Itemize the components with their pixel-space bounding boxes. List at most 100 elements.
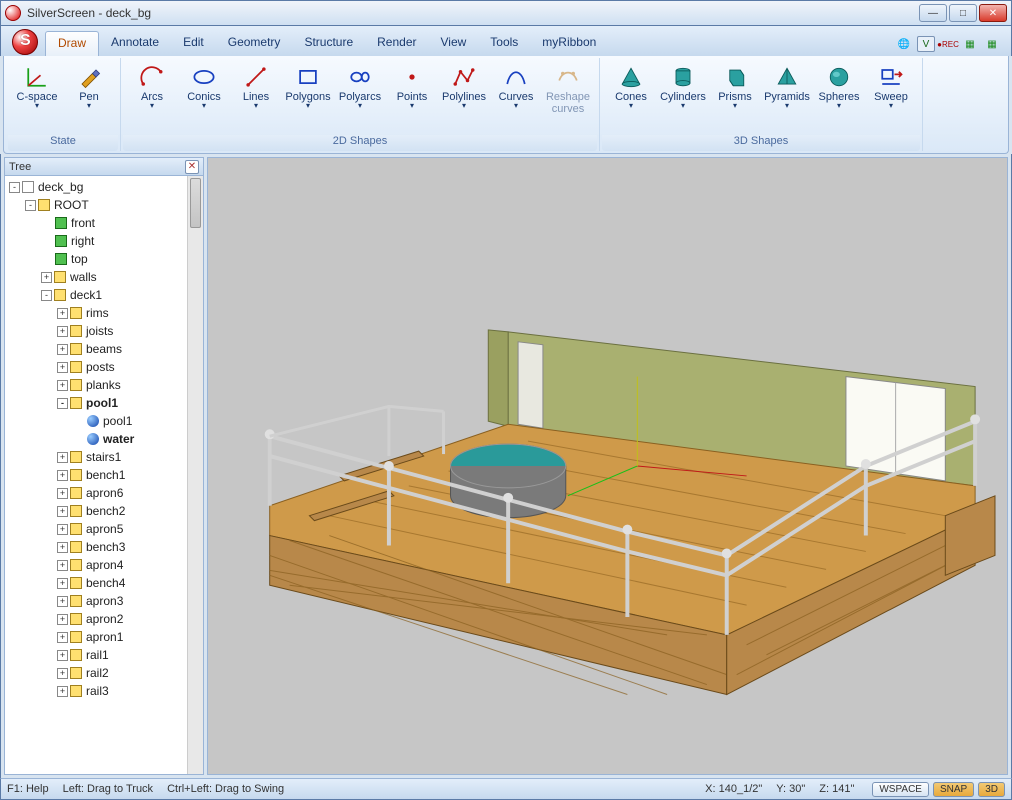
ribbon-item-polyarcs[interactable]: Polyarcs▾ bbox=[335, 60, 385, 135]
tree-node-planks[interactable]: +planks bbox=[5, 376, 203, 394]
app-menu-button[interactable] bbox=[5, 28, 45, 56]
tree-node-label: deck1 bbox=[70, 288, 102, 302]
ribbon-tab-view[interactable]: View bbox=[428, 31, 478, 56]
minimize-button[interactable]: — bbox=[919, 4, 947, 22]
status-button-wspace[interactable]: WSPACE bbox=[872, 782, 929, 797]
tree-node-pool1[interactable]: pool1 bbox=[5, 412, 203, 430]
tree-expander-icon[interactable]: - bbox=[41, 290, 52, 301]
ribbon-item-cylinders[interactable]: Cylinders▾ bbox=[658, 60, 708, 135]
tree-sq-icon bbox=[70, 613, 82, 625]
tree-node-top[interactable]: top bbox=[5, 250, 203, 268]
tree-node-posts[interactable]: +posts bbox=[5, 358, 203, 376]
tree-expander-icon[interactable]: + bbox=[57, 488, 68, 499]
ribbon-item-spheres[interactable]: Spheres▾ bbox=[814, 60, 864, 135]
tree-node-apron2[interactable]: +apron2 bbox=[5, 610, 203, 628]
viewport-3d[interactable] bbox=[207, 157, 1008, 775]
tree-expander-icon[interactable]: + bbox=[57, 344, 68, 355]
tree-expander-icon[interactable]: + bbox=[57, 614, 68, 625]
tree-ball-icon bbox=[87, 415, 99, 427]
ribbon-item-c-space[interactable]: C-space▾ bbox=[12, 60, 62, 135]
link2-icon[interactable]: ▦ bbox=[983, 36, 1001, 52]
ribbon-item-arcs[interactable]: Arcs▾ bbox=[127, 60, 177, 135]
tree-node-rail2[interactable]: +rail2 bbox=[5, 664, 203, 682]
v-button[interactable]: V bbox=[917, 36, 935, 52]
ribbon-item-points[interactable]: Points▾ bbox=[387, 60, 437, 135]
ribbon-item-prisms[interactable]: Prisms▾ bbox=[710, 60, 760, 135]
tree-node-front[interactable]: front bbox=[5, 214, 203, 232]
tree-expander-icon[interactable]: + bbox=[57, 308, 68, 319]
tree-node-joists[interactable]: +joists bbox=[5, 322, 203, 340]
maximize-button[interactable]: □ bbox=[949, 4, 977, 22]
tree-node-apron6[interactable]: +apron6 bbox=[5, 484, 203, 502]
ribbon-tab-annotate[interactable]: Annotate bbox=[99, 31, 171, 56]
tree-expander-icon[interactable]: + bbox=[57, 542, 68, 553]
ribbon-item-lines[interactable]: Lines▾ bbox=[231, 60, 281, 135]
tree-expander-icon[interactable]: + bbox=[57, 578, 68, 589]
ribbon-item-curves[interactable]: Curves▾ bbox=[491, 60, 541, 135]
tree-expander-icon[interactable]: + bbox=[57, 326, 68, 337]
tree-node-water[interactable]: water bbox=[5, 430, 203, 448]
ribbon-item-pyramids[interactable]: Pyramids▾ bbox=[762, 60, 812, 135]
tree-node-apron3[interactable]: +apron3 bbox=[5, 592, 203, 610]
ribbon-item-cones[interactable]: Cones▾ bbox=[606, 60, 656, 135]
ribbon-tab-structure[interactable]: Structure bbox=[292, 31, 365, 56]
tree-node-apron1[interactable]: +apron1 bbox=[5, 628, 203, 646]
ribbon-item-polylines[interactable]: Polylines▾ bbox=[439, 60, 489, 135]
tree-node-deck1[interactable]: - deck1 bbox=[5, 286, 203, 304]
ribbon-tab-render[interactable]: Render bbox=[365, 31, 428, 56]
tree-expander-icon[interactable]: - bbox=[9, 182, 20, 193]
tree-close-button[interactable]: ✕ bbox=[185, 160, 199, 174]
close-button[interactable]: ✕ bbox=[979, 4, 1007, 22]
tree-expander-icon[interactable]: + bbox=[57, 596, 68, 607]
tree-body[interactable]: -deck_bg-ROOTfrontrighttop+walls-deck1+r… bbox=[5, 176, 203, 774]
tree-expander-icon[interactable]: + bbox=[57, 650, 68, 661]
tree-node-root[interactable]: -ROOT bbox=[5, 196, 203, 214]
ribbon-item-sweep[interactable]: Sweep▾ bbox=[866, 60, 916, 135]
globe-icon[interactable]: 🌐 bbox=[895, 36, 913, 52]
tree-expander-icon[interactable]: + bbox=[41, 272, 52, 283]
tree-expander-icon[interactable]: + bbox=[57, 632, 68, 643]
ribbon-tab-edit[interactable]: Edit bbox=[171, 31, 216, 56]
tree-node-apron4[interactable]: +apron4 bbox=[5, 556, 203, 574]
tree-expander-icon[interactable]: + bbox=[57, 362, 68, 373]
tree-node-rail3[interactable]: +rail3 bbox=[5, 682, 203, 700]
status-button-snap[interactable]: SNAP bbox=[933, 782, 974, 797]
tree-node-walls[interactable]: +walls bbox=[5, 268, 203, 286]
tree-node-apron5[interactable]: +apron5 bbox=[5, 520, 203, 538]
ribbon-tab-tools[interactable]: Tools bbox=[478, 31, 530, 56]
tree-expander-icon[interactable]: + bbox=[57, 380, 68, 391]
ribbon-tab-draw[interactable]: Draw bbox=[45, 31, 99, 56]
tree-node-stairs1[interactable]: +stairs1 bbox=[5, 448, 203, 466]
tree-node-pool1[interactable]: -pool1 bbox=[5, 394, 203, 412]
polyarcs-icon bbox=[344, 63, 376, 91]
ribbon-item-polygons[interactable]: Polygons▾ bbox=[283, 60, 333, 135]
tree-scrollbar-thumb[interactable] bbox=[190, 178, 201, 228]
status-button-3d[interactable]: 3D bbox=[978, 782, 1005, 797]
tree-node-deck_bg[interactable]: -deck_bg bbox=[5, 178, 203, 196]
tree-node-rail1[interactable]: + rail1 bbox=[5, 646, 203, 664]
tree-expander-icon[interactable]: + bbox=[57, 452, 68, 463]
link1-icon[interactable]: ▦ bbox=[961, 36, 979, 52]
tree-node-beams[interactable]: +beams bbox=[5, 340, 203, 358]
tree-expander-icon[interactable]: + bbox=[57, 686, 68, 697]
tree-expander-icon[interactable]: + bbox=[57, 668, 68, 679]
tree-node-bench1[interactable]: +bench1 bbox=[5, 466, 203, 484]
tree-node-bench3[interactable]: +bench3 bbox=[5, 538, 203, 556]
tree-expander-icon[interactable]: + bbox=[57, 506, 68, 517]
tree-expander-icon[interactable]: + bbox=[57, 560, 68, 571]
tree-expander-icon[interactable]: + bbox=[57, 470, 68, 481]
tree-expander-icon[interactable]: - bbox=[57, 398, 68, 409]
tree-expander-icon[interactable]: - bbox=[25, 200, 36, 211]
ribbon-tab-myribbon[interactable]: myRibbon bbox=[530, 31, 608, 56]
tree-scrollbar[interactable] bbox=[187, 176, 203, 774]
tree-node-bench4[interactable]: +bench4 bbox=[5, 574, 203, 592]
ribbon-item-conics[interactable]: Conics▾ bbox=[179, 60, 229, 135]
tree-node-right[interactable]: right bbox=[5, 232, 203, 250]
tree-node-label: rail1 bbox=[86, 648, 109, 662]
tree-node-rims[interactable]: +rims bbox=[5, 304, 203, 322]
tree-expander-icon[interactable]: + bbox=[57, 524, 68, 535]
ribbon-item-pen[interactable]: Pen▾ bbox=[64, 60, 114, 135]
ribbon-tab-geometry[interactable]: Geometry bbox=[216, 31, 293, 56]
rec-icon[interactable]: ●REC bbox=[939, 36, 957, 52]
tree-node-bench2[interactable]: +bench2 bbox=[5, 502, 203, 520]
